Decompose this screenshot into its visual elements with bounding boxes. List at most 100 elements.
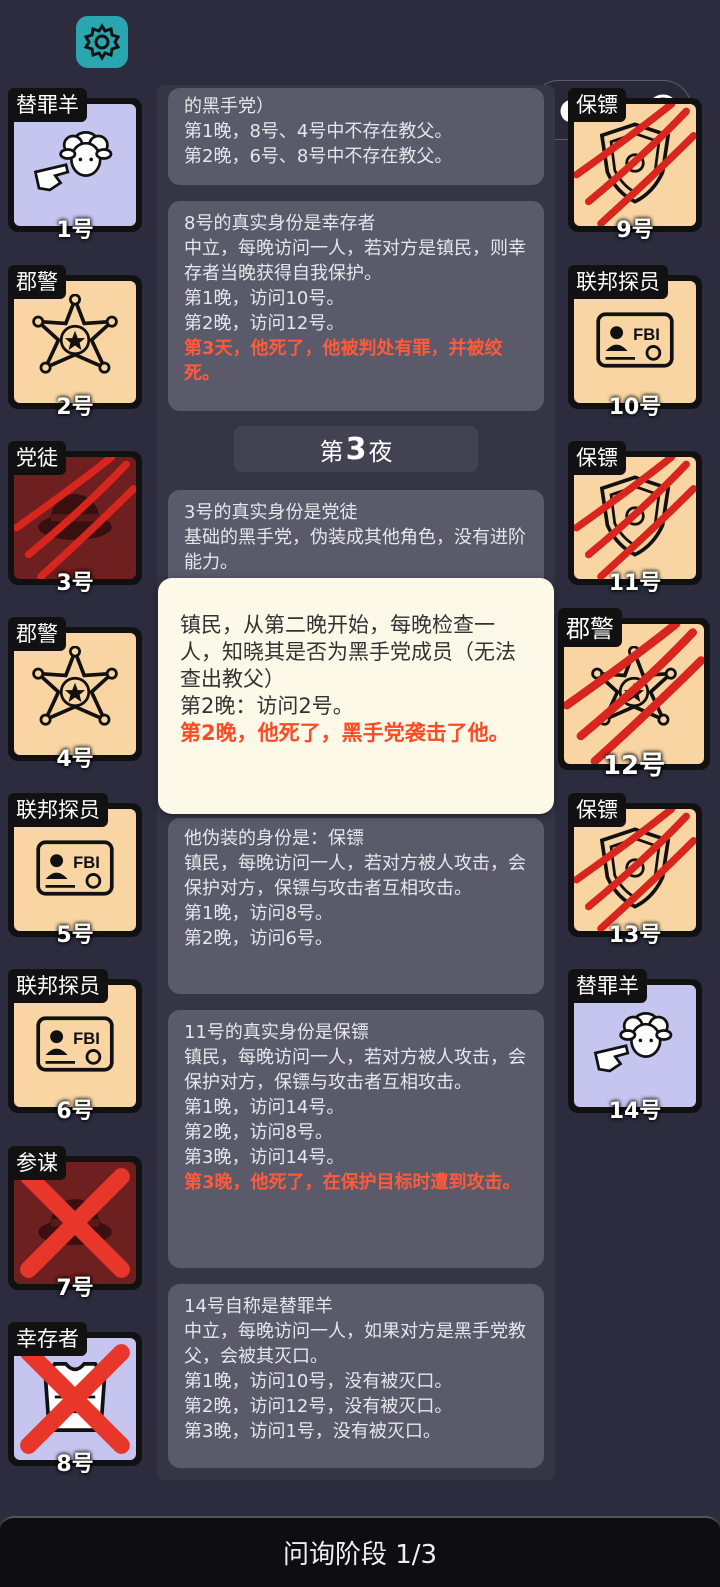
player-card-11[interactable]: 保镖 11号 xyxy=(568,441,702,596)
log-line: 他伪装的身份是：保镖 xyxy=(184,828,364,849)
log-line: 中立，每晚访问一人，如果对方是黑手党教父，会被其灭口。 xyxy=(184,1321,526,1367)
player-card-4[interactable]: 郡警 4号 xyxy=(8,617,142,772)
player-card-12[interactable]: 郡警 12号 xyxy=(558,608,710,781)
svg-text:FBI: FBI xyxy=(73,853,100,872)
card-face: FBI xyxy=(14,985,136,1107)
player-number: 8号 xyxy=(56,1452,94,1477)
svg-text:FBI: FBI xyxy=(633,325,660,344)
log-line: 镇民，每晚访问一人，若对方被人攻击，会保护对方，保镖与攻击者互相攻击。 xyxy=(184,1047,526,1093)
player-number: 14号 xyxy=(608,1099,662,1124)
log-entry: 14号自称是替罪羊 中立，每晚访问一人，如果对方是黑手党教父，会被其灭口。 第1晚，… xyxy=(168,1284,544,1468)
popup-line: 第2晚：访问2号。 xyxy=(180,694,354,718)
popup-line: 镇民，从第二晚开始，每晚检查一人，知晓其是否为黑手党成员（无法查出教父） xyxy=(180,613,516,691)
svg-text:FBI: FBI xyxy=(73,1029,100,1048)
log-line: 3号的真实身份是党徒 xyxy=(184,502,358,523)
phase-bar: 问询阶段 1/3 xyxy=(0,1516,720,1587)
card-face xyxy=(14,457,136,579)
role-label: 保镖 xyxy=(568,88,626,122)
log-line: 第3晚，访问14号。 xyxy=(184,1147,345,1168)
role-label: 郡警 xyxy=(8,265,66,299)
sheriff-badge-icon xyxy=(29,293,121,390)
role-label: 参谋 xyxy=(8,1146,66,1180)
sheriff-badge-icon xyxy=(29,645,121,742)
card-face xyxy=(574,809,696,931)
log-line: 第2晚，访问12号。 xyxy=(184,313,345,334)
card-face xyxy=(14,104,136,226)
log-line: 8号的真实身份是幸存者 xyxy=(184,213,376,234)
player-card-1[interactable]: 替罪羊 1号 xyxy=(8,88,142,243)
role-label: 保镖 xyxy=(568,441,626,475)
log-entry: 3号的真实身份是党徒基础的黑手党，伪装成其他角色，没有进阶能力。 xyxy=(168,490,544,590)
phase-label: 问询阶段 1/3 xyxy=(282,1540,438,1570)
card-face xyxy=(574,985,696,1107)
card-face xyxy=(14,1162,136,1284)
log-death-line: 第3天，他死了，他被判处有罪，并被绞死。 xyxy=(184,338,503,384)
card-face: FBI xyxy=(574,281,696,403)
player-number: 1号 xyxy=(56,218,94,243)
log-entry: 的黑手党） 第1晚，8号、4号中不存在教父。 第2晚，6号、8号中不存在教父。 xyxy=(168,88,544,185)
log-line: 的黑手党） xyxy=(184,96,274,117)
log-line: 镇民，每晚访问一人，若对方被人攻击，会保护对方，保镖与攻击者互相攻击。 xyxy=(184,853,526,899)
claw-marks-icon xyxy=(574,104,696,226)
player-number: 13号 xyxy=(608,923,662,948)
card-face xyxy=(14,1338,136,1460)
player-card-13[interactable]: 保镖 13号 xyxy=(568,793,702,948)
log-line: 第1晚，访问10号。 xyxy=(184,288,345,309)
sheep-icon xyxy=(30,118,120,212)
player-card-3[interactable]: 党徒 3号 xyxy=(8,441,142,596)
claw-marks-icon xyxy=(14,457,136,579)
role-label: 保镖 xyxy=(568,793,626,827)
claw-marks-icon xyxy=(574,457,696,579)
log-line: 第2晚，访问6号。 xyxy=(184,928,333,949)
player-number: 4号 xyxy=(56,747,94,772)
player-card-2[interactable]: 郡警 2号 xyxy=(8,265,142,420)
player-card-8[interactable]: 幸存者 8号 xyxy=(8,1322,142,1477)
log-line: 第1晚，访问8号。 xyxy=(184,903,333,924)
card-face xyxy=(14,281,136,403)
player-number: 2号 xyxy=(56,395,94,420)
player-card-7[interactable]: 参谋 7号 xyxy=(8,1146,142,1301)
claw-marks-icon xyxy=(574,809,696,931)
sheep-icon xyxy=(590,999,680,1093)
player-number: 9号 xyxy=(616,218,654,243)
log-line: 14号自称是替罪羊 xyxy=(184,1296,333,1317)
player-card-14[interactable]: 替罪羊 14号 xyxy=(568,969,702,1124)
player-number: 10号 xyxy=(608,395,662,420)
card-face xyxy=(14,633,136,755)
log-entry: 11号的真实身份是保镖镇民，每晚访问一人，若对方被人攻击，会保护对方，保镖与攻击… xyxy=(168,1010,544,1268)
player-number: 3号 xyxy=(56,571,94,596)
settings-button[interactable] xyxy=(76,16,128,68)
fbi-card-icon: FBI xyxy=(29,822,121,918)
role-label: 替罪羊 xyxy=(8,88,87,122)
log-line: 第1晚，访问14号。 xyxy=(184,1097,345,1118)
log-line: 第2晚，访问12号，没有被灭口。 xyxy=(184,1396,453,1417)
role-label: 郡警 xyxy=(8,617,66,651)
role-label: 党徒 xyxy=(8,441,66,475)
fbi-card-icon: FBI xyxy=(589,294,681,390)
log-line: 11号的真实身份是保镖 xyxy=(184,1022,369,1043)
player-card-5[interactable]: FBI 联邦探员 5号 xyxy=(8,793,142,948)
card-face xyxy=(574,104,696,226)
role-label: 幸存者 xyxy=(8,1322,87,1356)
player-number: 12号 xyxy=(602,751,666,781)
role-label: 联邦探员 xyxy=(8,969,108,1003)
log-entry: 8号的真实身份是幸存者 中立，每晚访问一人，若对方是镇民，则幸存者当晚获得自我保护… xyxy=(168,201,544,411)
role-label: 联邦探员 xyxy=(568,265,668,299)
role-label: 郡警 xyxy=(558,608,622,647)
gear-icon xyxy=(83,23,121,61)
player-card-6[interactable]: FBI 联邦探员 6号 xyxy=(8,969,142,1124)
player-number: 5号 xyxy=(56,923,94,948)
player-number: 11号 xyxy=(608,571,662,596)
player-card-9[interactable]: 保镖 9号 xyxy=(568,88,702,243)
log-line: 第1晚，8号、4号中不存在教父。 xyxy=(184,121,453,142)
log-entry: 他伪装的身份是：保镖镇民，每晚访问一人，若对方被人攻击，会保护对方，保镖与攻击者… xyxy=(168,818,544,994)
log-line: 基础的黑手党，伪装成其他角色，没有进阶能力。 xyxy=(184,527,526,573)
card-face xyxy=(574,457,696,579)
role-info-popup[interactable]: 镇民，从第二晚开始，每晚检查一人，知晓其是否为黑手党成员（无法查出教父） 第2晚… xyxy=(158,578,554,814)
night-header: 第3夜 xyxy=(234,426,478,472)
player-card-10[interactable]: FBI 联邦探员 10号 xyxy=(568,265,702,420)
player-number: 7号 xyxy=(56,1276,94,1301)
role-label: 联邦探员 xyxy=(8,793,108,827)
popup-death-text: 第2晚，他死了，黑手党袭击了他。 xyxy=(180,721,510,745)
log-line: 第2晚，访问8号。 xyxy=(184,1122,333,1143)
